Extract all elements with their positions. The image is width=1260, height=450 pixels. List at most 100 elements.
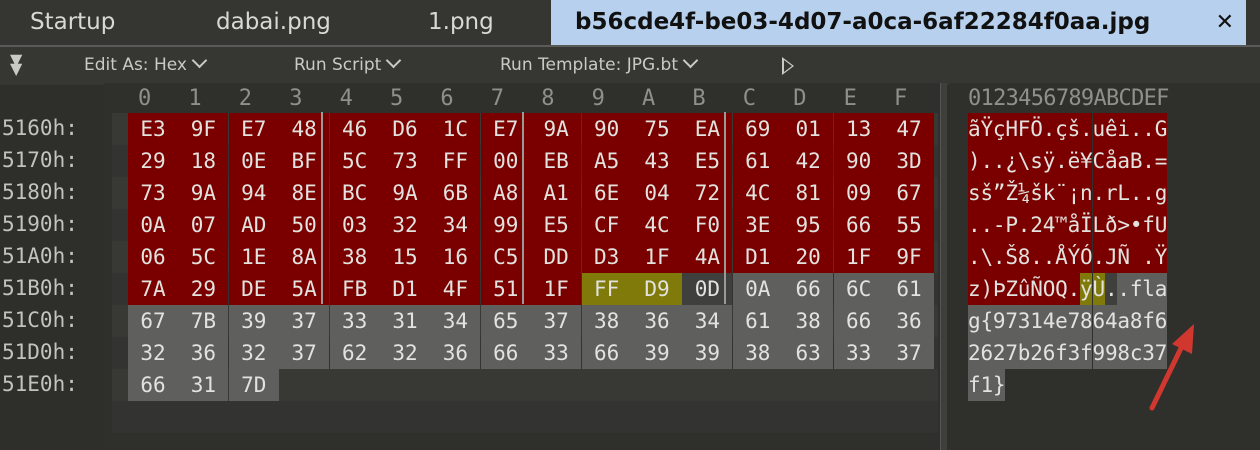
ascii-char[interactable]: ð — [1104, 209, 1118, 241]
hex-byte[interactable]: 1C — [430, 113, 481, 145]
ascii-char[interactable]: L — [1092, 209, 1105, 241]
ascii-char[interactable]: . — [1092, 241, 1105, 273]
tab-startup[interactable]: Startup — [30, 0, 115, 45]
hex-byte[interactable]: 66 — [581, 337, 632, 369]
hex-byte[interactable]: 63 — [783, 337, 834, 369]
ascii-char[interactable]: ÿ — [1042, 145, 1055, 177]
hex-byte[interactable]: D3 — [581, 241, 632, 273]
hex-byte[interactable]: 7B — [178, 305, 229, 337]
ascii-char[interactable]: 1 — [980, 369, 993, 401]
hex-byte[interactable]: 73 — [380, 145, 430, 177]
hex-byte[interactable]: 66 — [833, 209, 884, 241]
hex-byte[interactable]: 31 — [380, 305, 430, 337]
hex-byte[interactable]: 38 — [783, 305, 834, 337]
ascii-char[interactable]: 6 — [1042, 337, 1055, 369]
hex-byte[interactable]: 37 — [884, 337, 934, 369]
ascii-char[interactable]: š — [1067, 113, 1080, 145]
ascii-char[interactable]: . — [1042, 113, 1055, 145]
hex-byte[interactable]: DE — [228, 273, 279, 305]
ascii-char[interactable]: P — [1005, 209, 1018, 241]
ascii-char[interactable]: . — [1092, 177, 1105, 209]
ascii-char[interactable]: b — [1017, 337, 1030, 369]
hex-byte[interactable]: 90 — [833, 145, 884, 177]
ascii-char[interactable]: 4 — [1042, 209, 1055, 241]
ascii-char[interactable]: U — [1154, 209, 1167, 241]
ascii-char[interactable]: š — [1030, 177, 1043, 209]
ascii-char[interactable]: \ — [980, 241, 993, 273]
hex-byte[interactable]: E3 — [128, 113, 178, 145]
hex-byte[interactable]: 33 — [833, 337, 884, 369]
ascii-char[interactable]: . — [1067, 273, 1080, 305]
hex-byte[interactable]: 66 — [833, 305, 884, 337]
hex-byte[interactable]: 6B — [430, 177, 481, 209]
ascii-char[interactable]: F — [1017, 113, 1030, 145]
hex-byte[interactable]: 36 — [884, 305, 934, 337]
hex-byte[interactable]: D1 — [732, 241, 783, 273]
ascii-char[interactable]: š — [980, 177, 993, 209]
hex-byte[interactable]: 6C — [833, 273, 884, 305]
hex-byte[interactable]: 5C — [329, 145, 380, 177]
hex-byte[interactable]: 34 — [430, 305, 481, 337]
hex-byte[interactable]: 37 — [279, 305, 330, 337]
hex-byte[interactable]: 32 — [380, 337, 430, 369]
ascii-char[interactable]: i — [1117, 113, 1130, 145]
ascii-char[interactable]: Å — [1055, 241, 1068, 273]
hex-byte[interactable]: 9A — [178, 177, 229, 209]
ascii-char[interactable]: 8 — [1080, 305, 1093, 337]
ascii-char[interactable]: f — [1142, 209, 1155, 241]
ascii-char[interactable]: . — [1042, 241, 1055, 273]
ascii-char[interactable]: 4 — [1104, 305, 1118, 337]
ascii-char[interactable]: s — [968, 177, 981, 209]
ascii-char[interactable]: ¨ — [1055, 177, 1068, 209]
ascii-char[interactable]: . — [968, 209, 981, 241]
pane-divider[interactable] — [940, 83, 947, 450]
ascii-char[interactable]: 1 — [1030, 305, 1043, 337]
hex-byte[interactable]: 39 — [228, 305, 279, 337]
hex-byte[interactable]: 04 — [632, 177, 682, 209]
hex-byte[interactable]: 9F — [884, 241, 934, 273]
ascii-char[interactable]: ç — [1055, 113, 1068, 145]
ascii-char[interactable]: . — [1142, 113, 1155, 145]
ascii-char[interactable]: 9 — [1092, 337, 1105, 369]
hex-byte[interactable]: 32 — [380, 209, 430, 241]
ascii-char[interactable]: Þ — [992, 273, 1006, 305]
hex-byte[interactable]: 7A — [128, 273, 178, 305]
hex-byte[interactable]: A5 — [581, 145, 632, 177]
ascii-char[interactable]: a — [1117, 305, 1130, 337]
hex-byte[interactable]: 01 — [783, 113, 834, 145]
hex-byte[interactable]: 36 — [178, 337, 229, 369]
hex-byte[interactable]: FB — [329, 273, 380, 305]
ascii-char[interactable]: = — [1154, 145, 1167, 177]
hex-byte[interactable]: 90 — [581, 113, 632, 145]
ascii-char[interactable]: e — [1055, 305, 1068, 337]
ascii-char[interactable]: 7 — [1005, 305, 1018, 337]
hex-byte[interactable]: FF — [581, 273, 632, 305]
ascii-char[interactable]: H — [1005, 113, 1018, 145]
hex-byte[interactable]: 73 — [128, 177, 178, 209]
hex-byte[interactable]: 34 — [430, 209, 481, 241]
ascii-char[interactable]: 6 — [1092, 305, 1105, 337]
ascii-char[interactable]: } — [992, 369, 1006, 401]
hex-byte[interactable]: 06 — [128, 241, 178, 273]
ascii-char[interactable]: 8 — [1017, 241, 1030, 273]
ascii-char[interactable]: . — [992, 241, 1006, 273]
hex-byte[interactable]: BC — [329, 177, 380, 209]
hex-byte[interactable]: 3E — [732, 209, 783, 241]
ascii-char[interactable]: f — [1055, 337, 1068, 369]
hex-byte[interactable]: 29 — [178, 273, 229, 305]
hex-byte[interactable]: 03 — [329, 209, 380, 241]
hex-byte[interactable]: EB — [531, 145, 582, 177]
ascii-char[interactable]: . — [1129, 177, 1143, 209]
ascii-char[interactable]: 2 — [1030, 209, 1043, 241]
ascii-char[interactable]: f — [968, 369, 981, 401]
tab-jpg-active[interactable]: b56cde4f-be03-4d07-a0ca-6af22284f0aa.jpg… — [551, 0, 1246, 45]
hex-byte[interactable]: 39 — [632, 337, 682, 369]
hex-byte[interactable]: 67 — [884, 177, 934, 209]
hex-byte[interactable]: 39 — [682, 337, 733, 369]
ascii-char[interactable]: l — [1142, 273, 1155, 305]
hex-byte[interactable]: CF — [581, 209, 632, 241]
ascii-char[interactable]: ë — [1067, 145, 1080, 177]
hex-byte[interactable]: 66 — [783, 273, 834, 305]
ascii-char[interactable]: 3 — [1067, 337, 1080, 369]
ascii-char[interactable]: Ö — [1030, 113, 1043, 145]
